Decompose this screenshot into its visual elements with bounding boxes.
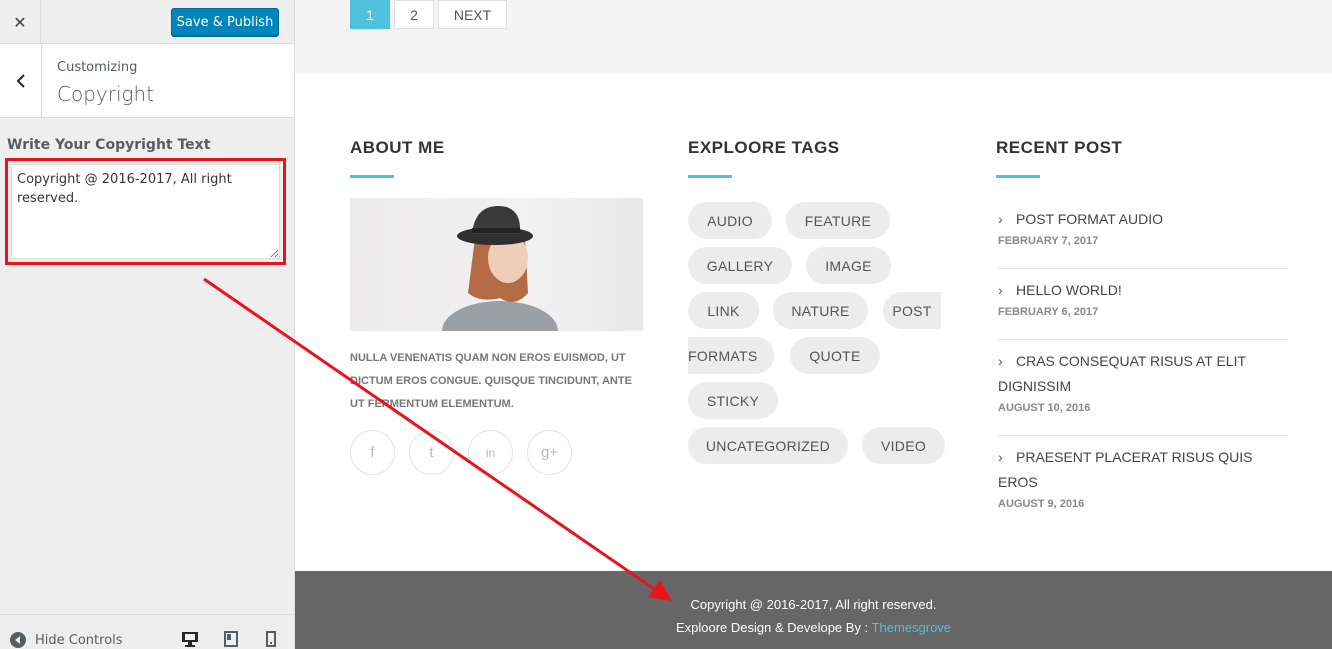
highlight-box: Copyright @ 2016-2017, All right reserve…	[5, 158, 286, 265]
customizer-sidebar: ✕ Save & Publish Customizing Copyright W…	[0, 0, 295, 649]
recent-post-link[interactable]: › POST FORMAT AUDIO	[998, 207, 1288, 232]
linkedin-icon[interactable]: in	[468, 430, 513, 475]
site-footer: Copyright @ 2016-2017, All right reserve…	[295, 571, 1332, 649]
mobile-preview-icon[interactable]	[262, 630, 280, 648]
google-plus-icon[interactable]: g+	[527, 430, 572, 475]
back-button[interactable]	[0, 44, 42, 117]
desktop-preview-icon[interactable]	[181, 630, 199, 648]
post-divider	[998, 268, 1288, 269]
copyright-field-label: Write Your Copyright Text	[7, 137, 211, 153]
tag-audio[interactable]: AUDIO	[688, 202, 772, 239]
about-text: NULLA VENENATIS QUAM NON EROS EUISMOD, U…	[350, 352, 632, 410]
post-divider	[998, 435, 1288, 436]
tags-underline	[688, 175, 732, 178]
breadcrumb: Customizing	[57, 60, 138, 75]
recent-post-item: › HELLO WORLD! FEBRUARY 6, 2017	[998, 278, 1288, 318]
recent-post-item: › PRAESENT PLACERAT RISUS QUIS EROS AUGUS…	[998, 445, 1288, 510]
post-title: POST FORMAT AUDIO	[1016, 211, 1164, 227]
recent-post-link[interactable]: › HELLO WORLD!	[998, 278, 1288, 303]
next-page-button[interactable]: NEXT	[438, 0, 507, 29]
post-title: PRAESENT PLACERAT RISUS QUIS EROS	[998, 449, 1253, 490]
section-header: Customizing Copyright	[0, 44, 294, 118]
chevron-right-icon: ›	[998, 282, 1003, 298]
themesgrove-link[interactable]: Themesgrove	[872, 620, 951, 635]
recent-post-item: › POST FORMAT AUDIO FEBRUARY 7, 2017	[998, 207, 1288, 247]
chevron-right-icon: ›	[998, 449, 1003, 465]
recent-post-link[interactable]: › CRAS CONSEQUAT RISUS AT ELIT DIGNISSIM	[998, 349, 1288, 399]
page-1-button[interactable]: 1	[350, 0, 390, 29]
tag-link[interactable]: LINK	[688, 292, 759, 329]
tags-title: EXPLOORE TAGS	[688, 138, 840, 157]
tablet-preview-icon[interactable]	[222, 630, 240, 648]
customizer-screen: ✕ Save & Publish Customizing Copyright W…	[0, 0, 1332, 649]
post-date: FEBRUARY 7, 2017	[998, 235, 1099, 247]
tag-quote[interactable]: QUOTE	[790, 337, 880, 374]
post-date: AUGUST 9, 2016	[998, 498, 1085, 510]
pagination-band: 1 2 NEXT	[295, 0, 1332, 73]
facebook-icon[interactable]: f	[350, 430, 395, 475]
customizer-header: ✕ Save & Publish	[0, 0, 294, 44]
post-date: AUGUST 10, 2016	[998, 402, 1091, 414]
credit-text: Exploore Design & Develope By :	[675, 620, 872, 635]
tag-gallery[interactable]: GALLERY	[688, 247, 792, 284]
hide-controls-label: Hide Controls	[35, 632, 123, 648]
page-2-button[interactable]: 2	[394, 0, 434, 29]
site-preview: 1 2 NEXT ABOUT ME NULLA VENENATIS QUAM N…	[295, 0, 1332, 649]
chevron-left-icon	[16, 73, 25, 88]
footer-credit: Exploore Design & Develope By : Themesgr…	[295, 620, 1332, 635]
tag-feature[interactable]: FEATURE	[786, 202, 890, 239]
chevron-right-icon: ›	[998, 211, 1003, 227]
collapse-icon	[10, 632, 26, 648]
about-underline	[350, 175, 394, 178]
hide-controls-button[interactable]: Hide Controls	[9, 631, 123, 649]
tag-uncategorized[interactable]: UNCATEGORIZED	[688, 427, 848, 464]
tag-post-formats-wrap[interactable]: FORMATS	[688, 337, 774, 374]
tag-nature[interactable]: NATURE	[773, 292, 868, 329]
section-title: Copyright	[57, 82, 155, 106]
footer-copyright: Copyright @ 2016-2017, All right reserve…	[690, 597, 937, 612]
customizer-footer: Hide Controls	[0, 614, 294, 649]
about-title: ABOUT ME	[350, 138, 445, 157]
chevron-right-icon: ›	[998, 353, 1003, 369]
post-date: FEBRUARY 6, 2017	[998, 306, 1099, 318]
close-icon[interactable]: ✕	[0, 0, 41, 44]
tag-image[interactable]: IMAGE	[806, 247, 891, 284]
tag-video[interactable]: VIDEO	[862, 427, 945, 464]
save-publish-button[interactable]: Save & Publish	[171, 8, 279, 36]
post-divider	[998, 339, 1288, 340]
post-title: HELLO WORLD!	[1016, 282, 1122, 298]
recent-underline	[996, 175, 1040, 178]
recent-post-item: › CRAS CONSEQUAT RISUS AT ELIT DIGNISSIM …	[998, 349, 1288, 414]
copyright-textarea[interactable]: Copyright @ 2016-2017, All right reserve…	[11, 164, 280, 259]
twitter-icon[interactable]: t	[409, 430, 454, 475]
tag-sticky[interactable]: STICKY	[688, 382, 778, 419]
about-photo	[350, 198, 643, 331]
recent-post-link[interactable]: › PRAESENT PLACERAT RISUS QUIS EROS	[998, 445, 1288, 495]
post-title: CRAS CONSEQUAT RISUS AT ELIT DIGNISSIM	[998, 353, 1246, 394]
recent-title: RECENT POST	[996, 138, 1123, 157]
tag-post-formats[interactable]: POST	[883, 292, 941, 329]
